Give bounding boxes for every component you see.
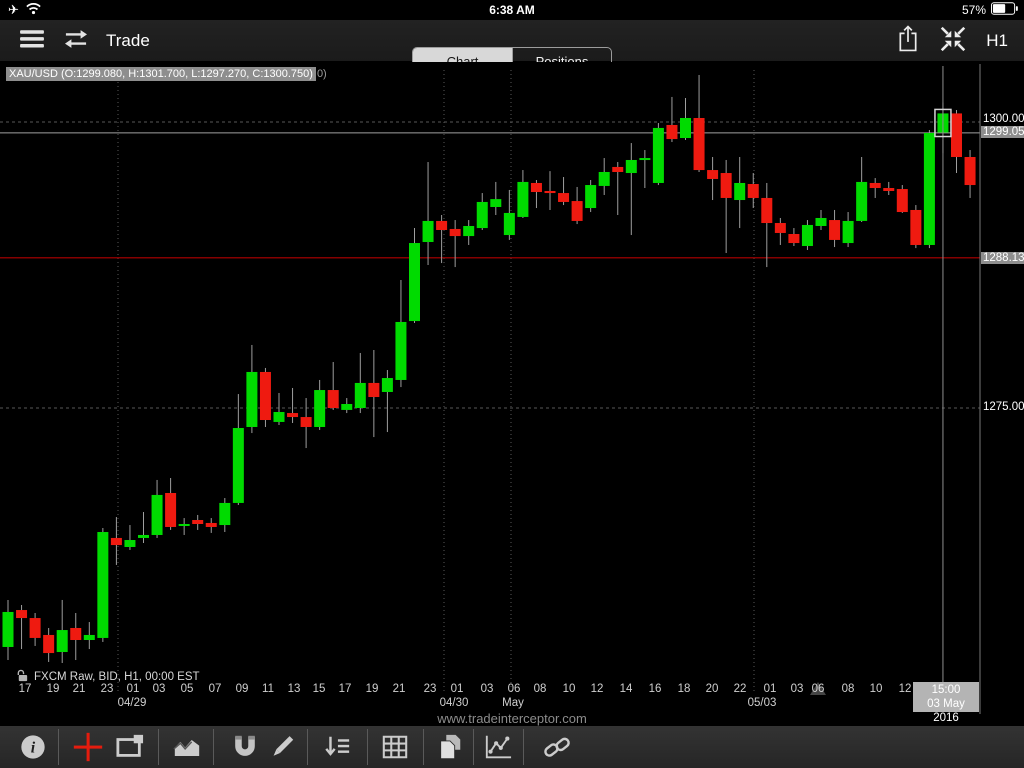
time-tick-label: 20 xyxy=(706,683,719,695)
date-tick-label: May xyxy=(502,697,524,709)
battery-icon xyxy=(991,2,1018,18)
time-tick-label: 17 xyxy=(19,683,32,695)
drawing-toolbar: i xyxy=(0,726,1024,768)
time-tick-label: 12 xyxy=(591,683,604,695)
time-tick-label: 23 xyxy=(424,683,437,695)
sort-icon[interactable] xyxy=(320,730,354,764)
time-tick-label: 09 xyxy=(236,683,249,695)
time-tick-label: 11 xyxy=(262,683,274,695)
time-tick-label: 21 xyxy=(73,683,86,695)
instrument-ohlc-label: XAU/USD (O:1299.080, H:1301.700, L:1297.… xyxy=(6,68,327,80)
info-icon[interactable]: i xyxy=(16,730,50,764)
time-tick-label: 06 xyxy=(508,683,521,695)
grid-icon[interactable] xyxy=(378,730,412,764)
time-tick-label: 23 xyxy=(101,683,114,695)
magnet-icon[interactable] xyxy=(228,730,262,764)
menu-icon[interactable] xyxy=(18,28,46,55)
time-tick-label: 05 xyxy=(181,683,194,695)
time-tick-label: 12 xyxy=(899,683,912,695)
time-tick-label: 22 xyxy=(734,683,747,695)
swap-icon[interactable] xyxy=(62,28,90,55)
share-icon[interactable] xyxy=(896,24,920,58)
time-tick-label: 08 xyxy=(534,683,547,695)
status-bar: ✈ 6:38 AM 57% xyxy=(0,0,1024,20)
crosshair-time-badge: 15:00 03 May 2016 xyxy=(913,682,979,712)
time-tick-label: 14 xyxy=(620,683,633,695)
time-tick-label: 01 xyxy=(127,683,140,695)
time-tick-label: 10 xyxy=(870,683,883,695)
timeframe-button[interactable]: H1 xyxy=(986,31,1008,51)
time-tick-label: 10 xyxy=(563,683,576,695)
date-tick-label: 04/29 xyxy=(118,697,147,709)
crosshair-icon[interactable] xyxy=(71,730,105,764)
price-tick-label: 1275.000 xyxy=(983,401,1024,413)
time-tick-label: 19 xyxy=(47,683,60,695)
time-tick-label: 08 xyxy=(842,683,855,695)
line-chart-icon[interactable] xyxy=(481,730,515,764)
collapse-icon[interactable] xyxy=(938,26,968,57)
time-tick-label: 06 xyxy=(812,683,825,695)
date-tick-label: 05/03 xyxy=(748,697,777,709)
price-highlight-label: 1299.054 xyxy=(981,126,1024,138)
price-highlight-label: 1288.130 xyxy=(981,252,1024,264)
time-tick-label: 01 xyxy=(451,683,464,695)
battery-percent: 57% xyxy=(962,3,986,17)
time-tick-label: 16 xyxy=(649,683,662,695)
time-tick-label: 15 xyxy=(313,683,326,695)
frame-icon[interactable] xyxy=(113,730,147,764)
time-tick-label: 19 xyxy=(366,683,379,695)
pencil-icon[interactable] xyxy=(265,730,299,764)
time-tick-label: 18 xyxy=(678,683,691,695)
time-tick-label: 17 xyxy=(339,683,352,695)
candlestick-chart-canvas[interactable] xyxy=(0,62,1024,726)
app-screen: ✈ 6:38 AM 57% Trade Chart Positions xyxy=(0,0,1024,768)
pages-icon[interactable] xyxy=(433,730,467,764)
price-chart[interactable]: XAU/USD (O:1299.080, H:1301.700, L:1297.… xyxy=(0,62,1024,726)
status-time: 6:38 AM xyxy=(0,3,1024,17)
price-tick-label: 1300.000 xyxy=(983,113,1024,125)
time-tick-label: 03 xyxy=(153,683,166,695)
time-tick-label: 21 xyxy=(393,683,406,695)
time-tick-label: 03 xyxy=(791,683,804,695)
time-tick-label: 03 xyxy=(481,683,494,695)
link-icon[interactable] xyxy=(540,730,574,764)
svg-text:i: i xyxy=(31,740,36,757)
page-title: Trade xyxy=(106,31,150,51)
time-tick-label: 01 xyxy=(764,683,777,695)
date-tick-label: 04/30 xyxy=(440,697,469,709)
nav-bar: Trade Chart Positions H1 xyxy=(0,20,1024,62)
watermark: www.tradeinterceptor.com xyxy=(0,711,1024,726)
time-tick-label: 13 xyxy=(288,683,301,695)
area-chart-icon[interactable] xyxy=(170,730,204,764)
time-tick-label: 07 xyxy=(209,683,222,695)
